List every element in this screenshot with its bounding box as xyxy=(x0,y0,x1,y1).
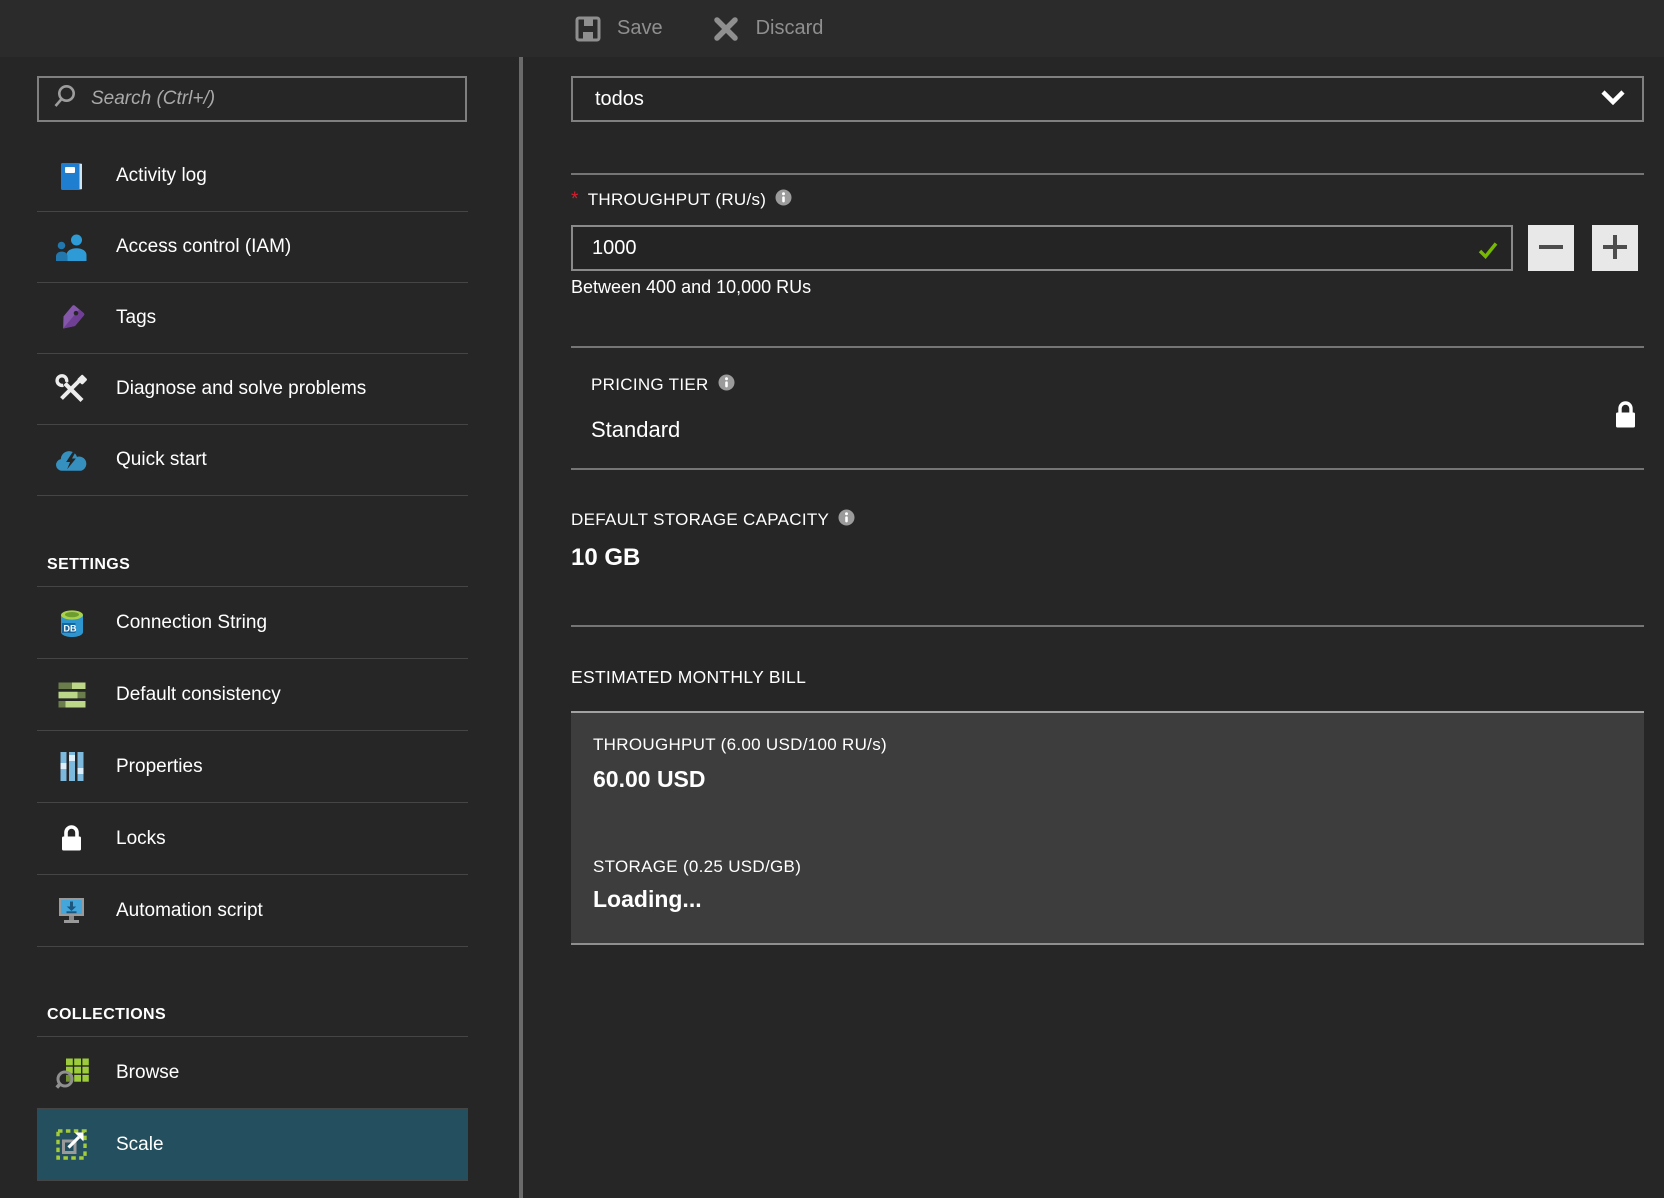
divider xyxy=(571,173,1644,175)
storage-capacity-section: DEFAULT STORAGE CAPACITY 10 GB xyxy=(571,509,1644,573)
divider xyxy=(571,346,1644,348)
bill-item-label: THROUGHPUT (6.00 USD/100 RU/s) xyxy=(593,735,1644,755)
storage-capacity-label: DEFAULT STORAGE CAPACITY xyxy=(571,510,829,530)
save-button[interactable]: Save xyxy=(570,14,663,44)
search-icon xyxy=(52,83,79,115)
discard-label: Discard xyxy=(756,17,824,40)
estimated-bill-panel: THROUGHPUT (6.00 USD/100 RU/s) 60.00 USD… xyxy=(571,711,1644,945)
access-control-icon xyxy=(54,232,89,263)
sidebar-item-label: Scale xyxy=(116,1134,164,1156)
database-icon: DB xyxy=(54,606,89,639)
collection-dropdown-value: todos xyxy=(595,88,644,111)
sidebar-item-quick-start[interactable]: Quick start xyxy=(37,425,468,496)
sidebar-item-label: Tags xyxy=(116,307,156,329)
sidebar-item-properties[interactable]: Properties xyxy=(37,731,468,803)
sidebar-item-label: Diagnose and solve problems xyxy=(116,378,366,400)
settings-section-header: SETTINGS xyxy=(37,496,468,587)
sidebar-item-label: Activity log xyxy=(116,165,207,187)
info-icon[interactable] xyxy=(838,509,855,531)
activity-log-icon xyxy=(54,161,89,192)
pricing-tier-label: PRICING TIER xyxy=(591,375,709,395)
chevron-down-icon xyxy=(1600,88,1626,111)
pricing-tier-field-label: PRICING TIER xyxy=(591,374,1644,396)
sidebar-item-default-consistency[interactable]: Default consistency xyxy=(37,659,468,731)
info-icon[interactable] xyxy=(775,189,792,211)
discard-button[interactable]: Discard xyxy=(709,16,824,42)
sidebar-item-connection-string[interactable]: DB Connection String xyxy=(37,587,468,659)
bill-item-value: 60.00 USD xyxy=(593,765,1644,793)
required-marker: * xyxy=(571,195,579,205)
throughput-field-label: * THROUGHPUT (RU/s) xyxy=(571,189,1644,211)
command-bar: Save Discard xyxy=(0,0,1664,57)
search-input[interactable] xyxy=(91,88,455,110)
sidebar-search xyxy=(37,76,467,122)
estimated-bill-header: ESTIMATED MONTHLY BILL xyxy=(571,667,1644,688)
divider xyxy=(571,468,1644,470)
sidebar-item-label: Access control (IAM) xyxy=(116,236,291,258)
sidebar-item-scale[interactable]: Scale xyxy=(37,1109,468,1181)
x-icon xyxy=(709,16,744,42)
tag-icon xyxy=(54,303,89,334)
monitor-download-icon xyxy=(54,895,89,926)
scale-blade-content: todos * THROUGHPUT (RU/s) xyxy=(523,57,1664,1198)
azure-blade: Save Discard xyxy=(0,0,1664,1198)
scale-resize-icon xyxy=(54,1128,89,1161)
grid-magnifier-icon xyxy=(54,1056,89,1090)
svg-text:DB: DB xyxy=(63,624,76,634)
plus-icon xyxy=(1601,233,1629,264)
throughput-label: THROUGHPUT (RU/s) xyxy=(588,190,767,210)
sliders-horizontal-icon xyxy=(54,681,89,709)
sidebar-item-label: Automation script xyxy=(116,900,263,922)
throughput-input-box xyxy=(571,225,1513,271)
increase-throughput-button[interactable] xyxy=(1592,225,1638,271)
collections-section-header: COLLECTIONS xyxy=(37,947,468,1037)
storage-capacity-value: 10 GB xyxy=(571,543,1644,573)
sidebar-item-label: Connection String xyxy=(116,612,267,634)
sidebar-item-label: Properties xyxy=(116,756,203,778)
sidebar-item-automation-script[interactable]: Automation script xyxy=(37,875,468,947)
lock-icon xyxy=(1613,398,1638,436)
sidebar-item-locks[interactable]: Locks xyxy=(37,803,468,875)
cloud-lightning-icon xyxy=(54,447,89,473)
padlock-icon xyxy=(54,823,89,854)
sidebar-item-tags[interactable]: Tags xyxy=(37,283,468,354)
check-icon xyxy=(1478,241,1498,264)
decrease-throughput-button[interactable] xyxy=(1528,225,1574,271)
sidebar-item-label: Browse xyxy=(116,1062,179,1084)
sidebar-item-browse[interactable]: Browse xyxy=(37,1037,468,1109)
sliders-vertical-icon xyxy=(54,751,89,782)
storage-capacity-field-label: DEFAULT STORAGE CAPACITY xyxy=(571,509,1644,531)
minus-icon xyxy=(1537,233,1565,264)
bill-item-storage: STORAGE (0.25 USD/GB) Loading... xyxy=(593,857,1644,913)
pricing-tier-section: PRICING TIER Standard xyxy=(571,374,1644,444)
throughput-hint: Between 400 and 10,000 RUs xyxy=(571,277,1644,298)
bill-item-label: STORAGE (0.25 USD/GB) xyxy=(593,857,1644,877)
wrench-screwdriver-icon xyxy=(54,373,89,406)
pricing-tier-value: Standard xyxy=(591,416,1644,444)
blade-sidebar: Activity log Access control (IAM) xyxy=(0,57,519,1198)
save-label: Save xyxy=(617,17,663,40)
sidebar-item-label: Locks xyxy=(116,828,166,850)
sidebar-item-label: Default consistency xyxy=(116,684,281,706)
sidebar-item-diagnose[interactable]: Diagnose and solve problems xyxy=(37,354,468,425)
sidebar-item-access-control[interactable]: Access control (IAM) xyxy=(37,212,468,283)
bill-item-value: Loading... xyxy=(593,885,1644,913)
throughput-input-row xyxy=(571,225,1644,271)
collection-dropdown[interactable]: todos xyxy=(571,76,1644,122)
info-icon[interactable] xyxy=(718,374,735,396)
sidebar-item-activity-log[interactable]: Activity log xyxy=(37,141,468,212)
bill-item-throughput: THROUGHPUT (6.00 USD/100 RU/s) 60.00 USD xyxy=(593,735,1644,793)
throughput-input[interactable] xyxy=(573,227,1511,269)
sidebar-item-label: Quick start xyxy=(116,449,207,471)
floppy-disk-icon xyxy=(570,14,605,44)
divider xyxy=(571,625,1644,627)
